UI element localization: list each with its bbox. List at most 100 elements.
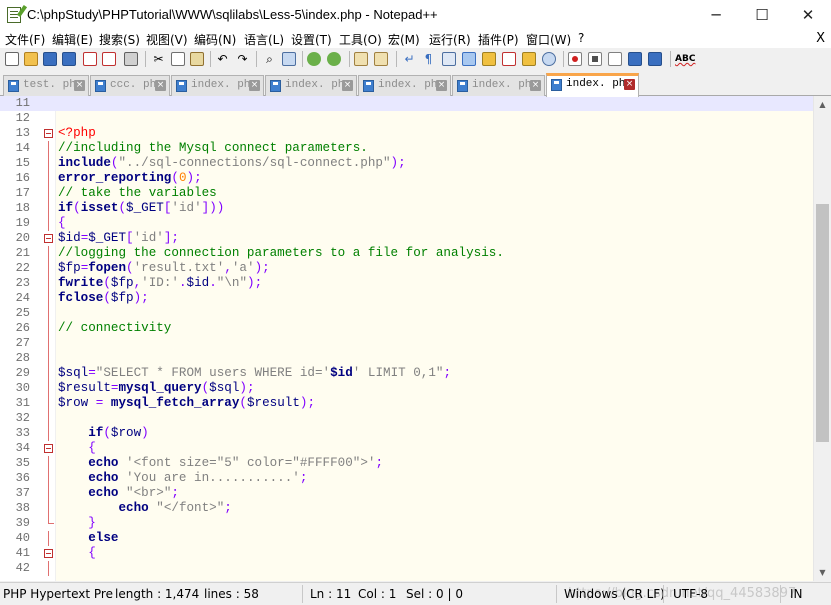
function-list-icon[interactable] [502,52,516,66]
close-button[interactable]: ✕ [785,0,831,30]
cut-icon[interactable]: ✂ [150,51,167,67]
doc-map-icon[interactable] [482,52,496,66]
sync-vertical-icon[interactable] [354,52,368,66]
code-line[interactable]: 17 // take the variables [0,186,813,201]
menu-encoding[interactable]: 编码(N) [194,31,236,48]
code-line[interactable]: 29 $sql="SELECT * FROM users WHERE id='$i… [0,366,813,381]
spell-check-icon[interactable]: ABC [675,51,695,67]
code-line[interactable]: 12 [0,111,813,126]
menu-language[interactable]: 语言(L) [244,31,284,48]
code-line[interactable]: 31 $row = mysql_fetch_array($result); [0,396,813,411]
indent-guide-icon[interactable] [442,52,456,66]
scroll-thumb[interactable] [816,204,829,442]
sync-horizontal-icon[interactable] [374,52,388,66]
menu-macro[interactable]: 宏(M) [388,31,420,48]
tab-close-icon[interactable]: × [624,79,635,90]
code-line[interactable]: 40 else [0,531,813,546]
code-line[interactable]: 14 //including the Mysql connect paramete… [0,141,813,156]
code-line[interactable]: 33 if($row) [0,426,813,441]
code-line[interactable]: 19 { [0,216,813,231]
undo-icon[interactable]: ↶ [214,51,231,67]
scroll-down-icon[interactable]: ▼ [814,564,831,581]
code-editor[interactable]: 11 12 13 <?php 14 //including the Mysql conne… [0,96,813,581]
code-line[interactable]: 41 { [0,546,813,561]
run-macro-multiple-icon[interactable] [628,52,642,66]
find-icon[interactable]: ⌕ [261,51,278,67]
tab-close-icon[interactable]: × [342,80,353,91]
print-icon[interactable] [124,52,138,66]
save-macro-icon[interactable] [648,52,662,66]
play-macro-icon[interactable] [608,52,622,66]
menu-help[interactable]: ? [578,31,584,45]
tab-index-php-1[interactable]: index. php × [171,75,264,96]
menu-run[interactable]: 运行(R) [429,31,471,48]
code-line[interactable]: 26 // connectivity [0,321,813,336]
code-line[interactable]: 16 error_reporting(0); [0,171,813,186]
code-line[interactable]: 36 echo 'You are in...........'; [0,471,813,486]
tab-ccc-php[interactable]: ccc. php × [90,75,170,96]
code-line[interactable]: 32 [0,411,813,426]
tab-close-icon[interactable]: × [155,80,166,91]
fold-toggle-icon[interactable] [44,444,53,453]
open-file-icon[interactable] [24,52,38,66]
code-line[interactable]: 22 $fp=fopen('result.txt','a'); [0,261,813,276]
code-line[interactable]: 42 [0,561,813,576]
tab-close-icon[interactable]: × [436,80,447,91]
code-line[interactable]: 20 $id=$_GET['id']; [0,231,813,246]
save-icon[interactable] [43,52,57,66]
word-wrap-icon[interactable]: ↵ [401,51,418,67]
tab-index-php-3[interactable]: index. php × [358,75,451,96]
fold-toggle-icon[interactable] [44,129,53,138]
zoom-out-icon[interactable] [327,52,341,66]
folder-workspace-icon[interactable] [522,52,536,66]
zoom-in-icon[interactable] [307,52,321,66]
code-line[interactable]: 25 [0,306,813,321]
code-line[interactable]: 15 include("../sql-connections/sql-connec… [0,156,813,171]
tab-close-icon[interactable]: × [249,80,260,91]
code-line[interactable]: 24 fclose($fp); [0,291,813,306]
menu-edit[interactable]: 编辑(E) [52,31,93,48]
code-line[interactable]: 37 echo "<br>"; [0,486,813,501]
new-file-icon[interactable] [5,52,19,66]
code-line[interactable]: 30 $result=mysql_query($sql); [0,381,813,396]
menu-window[interactable]: 窗口(W) [526,31,571,48]
fold-toggle-icon[interactable] [44,234,53,243]
save-all-icon[interactable] [62,52,76,66]
scroll-up-icon[interactable]: ▲ [814,96,831,113]
replace-icon[interactable] [282,52,296,66]
menu-plugins[interactable]: 插件(P) [478,31,519,48]
code-line[interactable]: 28 [0,351,813,366]
menu-tools[interactable]: 工具(O) [339,31,382,48]
maximize-button[interactable]: ☐ [739,0,785,30]
tab-index-php-4[interactable]: index. php × [452,75,545,96]
code-line[interactable]: 39 } [0,516,813,531]
close-document-button[interactable]: X [816,31,825,46]
tab-index-php-active[interactable]: index. php × [546,73,639,97]
code-line[interactable]: 18 if(isset($_GET['id'])) [0,201,813,216]
language-define-icon[interactable] [462,52,476,66]
show-all-chars-icon[interactable]: ¶ [420,51,437,67]
tab-close-icon[interactable]: × [74,80,85,91]
copy-icon[interactable] [171,52,185,66]
tab-close-icon[interactable]: × [530,80,541,91]
minimize-button[interactable]: ─ [693,0,739,30]
record-macro-icon[interactable] [568,52,582,66]
menu-file[interactable]: 文件(F) [5,31,45,48]
stop-macro-icon[interactable] [588,52,602,66]
close-all-icon[interactable] [102,52,116,66]
code-line[interactable]: 23 fwrite($fp,'ID:'.$id."\n"); [0,276,813,291]
tab-index-php-2[interactable]: index. php × [265,75,357,96]
redo-icon[interactable]: ↷ [234,51,251,67]
code-line[interactable]: 35 echo '<font size="5" color="#FFFF00">… [0,456,813,471]
tab-test-php[interactable]: test. php × [3,75,89,96]
menu-search[interactable]: 搜索(S) [99,31,140,48]
menu-settings[interactable]: 设置(T) [291,31,332,48]
vertical-scrollbar[interactable]: ▲ ▼ [813,96,831,581]
code-line[interactable]: 21 //logging the connection parameters to… [0,246,813,261]
monitoring-icon[interactable] [542,52,556,66]
paste-icon[interactable] [190,52,204,66]
code-line[interactable]: 38 echo "</font>"; [0,501,813,516]
menu-view[interactable]: 视图(V) [146,31,188,48]
fold-toggle-icon[interactable] [44,549,53,558]
code-line[interactable]: 13 <?php [0,126,813,141]
